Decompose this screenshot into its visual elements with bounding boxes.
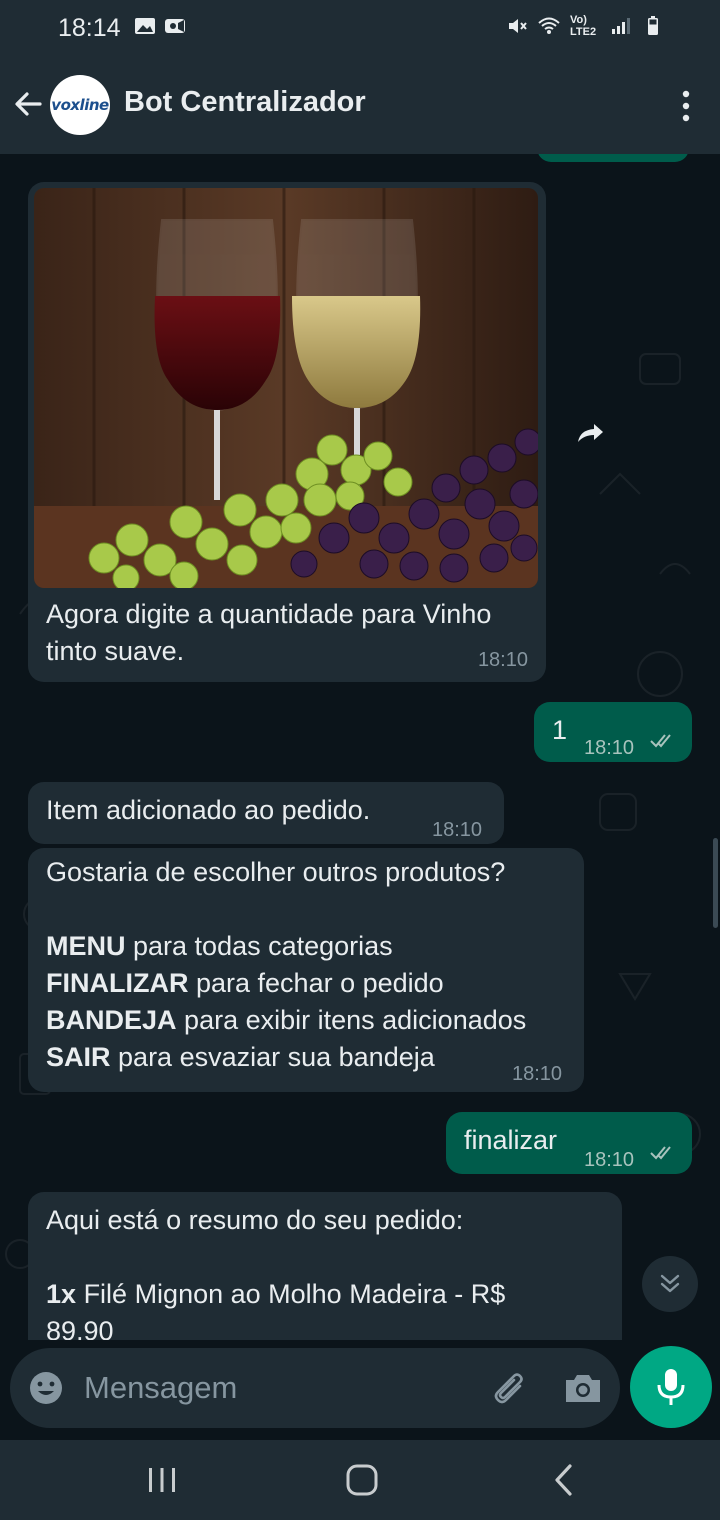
message-intro: Gostaria de escolher outros produtos? [46, 857, 506, 887]
emoji-icon[interactable] [28, 1370, 64, 1406]
option-description: para fechar o pedido [196, 968, 444, 998]
option-line: MENU para todas categorias [46, 928, 393, 965]
chat-area[interactable]: Agora digite a quantidade para Vinho tin… [0, 154, 720, 1340]
order-item-line: 1x Filé Mignon ao Molho Madeira - R$ [46, 1276, 505, 1313]
incoming-message-options[interactable]: Gostaria de escolher outros produtos? ME… [28, 848, 584, 1092]
nav-back-icon[interactable] [544, 1460, 584, 1500]
message-composer [0, 1340, 720, 1440]
more-vert-icon[interactable] [678, 89, 694, 123]
outgoing-message[interactable]: 1 18:10 [534, 702, 692, 762]
option-keyword: MENU [46, 931, 126, 961]
incoming-message-summary[interactable]: Aqui está o resumo do seu pedido: 1x Fil… [28, 1192, 622, 1340]
status-icons-left [134, 16, 186, 36]
message-time: 18:10 [477, 649, 528, 671]
recents-icon[interactable] [142, 1460, 182, 1500]
order-item-desc: Filé Mignon ao Molho Madeira - R$ [83, 1279, 506, 1309]
camera-icon[interactable] [562, 1368, 604, 1408]
option-line: FINALIZAR para fechar o pedido [46, 965, 444, 1002]
message-text: 1 [552, 715, 568, 745]
message-time: 18:10 [512, 1063, 563, 1085]
paperclip-icon[interactable] [488, 1368, 528, 1408]
mute-icon [509, 19, 527, 33]
option-line: SAIR para esvaziar sua bandeja [46, 1039, 435, 1076]
back-arrow-icon[interactable] [10, 86, 46, 122]
status-icons-right: Vo) LTE2 [506, 14, 664, 38]
option-keyword: SAIR [46, 1042, 111, 1072]
double-check-icon [650, 734, 671, 748]
network-label: Vo) LTE2 [570, 14, 597, 38]
scrollbar-thumb[interactable] [713, 838, 718, 928]
home-icon[interactable] [342, 1460, 382, 1500]
status-bar: 18:14 Vo) LTE2 [0, 0, 720, 56]
option-description: para todas categorias [133, 931, 393, 961]
signal-icon [612, 18, 630, 34]
battery-icon [648, 16, 658, 35]
scroll-to-bottom-button[interactable] [642, 1256, 698, 1312]
image-message[interactable]: Agora digite a quantidade para Vinho tin… [28, 182, 546, 682]
avatar[interactable]: voxline [50, 75, 110, 135]
message-time: 18:10 [584, 737, 635, 759]
option-keyword: FINALIZAR [46, 968, 189, 998]
message-input[interactable] [84, 1364, 464, 1412]
message-time: 18:10 [584, 1149, 635, 1171]
video-notification-icon [165, 19, 185, 33]
wifi-icon [538, 17, 560, 34]
chevron-double-down-icon [660, 1274, 680, 1293]
double-check-icon [650, 1146, 671, 1160]
message-text: Item adicionado ao pedido. [46, 795, 371, 825]
previous-outgoing-bubble [537, 154, 689, 162]
option-keyword: BANDEJA [46, 1005, 177, 1035]
image-caption: Agora digite a quantidade para Vinho tin… [46, 599, 492, 666]
order-item-qty: 1x [46, 1279, 77, 1309]
system-nav-bar [0, 1440, 720, 1520]
avatar-logo-text: voxline [51, 96, 109, 114]
mic-icon [657, 1369, 685, 1405]
option-line: BANDEJA para exibir itens adicionados [46, 1002, 526, 1039]
chat-title[interactable]: Bot Centralizador [124, 86, 366, 119]
incoming-message[interactable]: Item adicionado ao pedido. 18:10 [28, 782, 504, 844]
avatar-logo: voxline [51, 96, 109, 114]
forward-icon[interactable] [566, 410, 612, 456]
order-item-price: 89,90 [46, 1316, 114, 1340]
option-description: para exibir itens adicionados [184, 1005, 527, 1035]
message-input-box [10, 1348, 620, 1428]
option-description: para esvaziar sua bandeja [118, 1042, 435, 1072]
message-time: 18:10 [432, 819, 483, 841]
chat-header: voxline Bot Centralizador [0, 56, 720, 154]
status-time: 18:14 [58, 14, 121, 42]
wine-glasses-and-grapes-image[interactable] [34, 188, 538, 588]
outgoing-message[interactable]: finalizar 18:10 [446, 1112, 692, 1174]
gallery-notification-icon [135, 18, 155, 34]
mic-button[interactable] [630, 1346, 712, 1428]
message-intro: Aqui está o resumo do seu pedido: [46, 1205, 464, 1235]
message-text: finalizar [464, 1125, 558, 1155]
